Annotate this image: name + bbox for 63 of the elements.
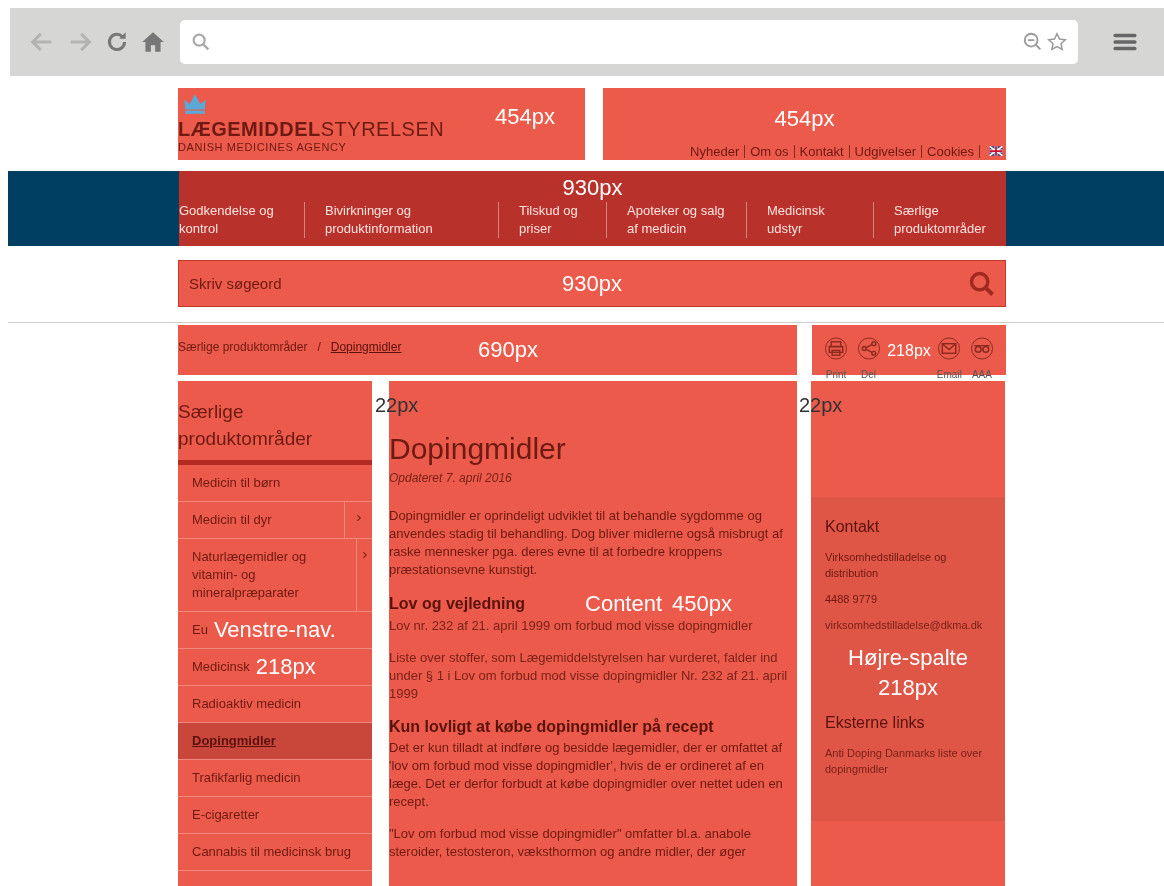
section-heading: Kun lovligt at købe dopingmidler på recept (389, 717, 714, 737)
width-label: 454px (495, 103, 555, 131)
paragraph: "Lov om forbud mod visse dopingmidler" omfatter bl.a. anabole steroider, testosteron, væksthormon og andre midler, der øger (389, 825, 752, 861)
section-heading: Lov og vejledning (389, 594, 525, 614)
side-nav-item[interactable]: Eu (178, 612, 212, 648)
content-link[interactable]: Lov nr. 232 af 21. april 1999 om forbud mod visse dopingmidler (389, 617, 797, 635)
side-nav-item[interactable]: Medicin til dyr (178, 502, 372, 538)
search-icon (968, 270, 996, 298)
sidebar-heading: Kontakt (825, 517, 881, 537)
top-link[interactable]: Cookies (922, 144, 980, 158)
width-label: 930px (562, 269, 622, 298)
logo-wordmark: LÆGEMIDDELSTYRELSEN (178, 118, 445, 140)
tool-button[interactable]: Print (822, 337, 850, 381)
nav-link[interactable]: Apoteker og salg af medicin (606, 202, 746, 238)
side-nav-item[interactable]: Trafikfarlig medicin (178, 760, 372, 796)
breadcrumb-separator: / (317, 339, 321, 356)
content-link[interactable]: Liste over stoffer, som Lægemiddelstyrelsen har vurderet, falder ind under § 1 i Lov om forbud mod visse dopingmidler Nr. 232 af 21. april 1999 (389, 649, 797, 703)
top-link[interactable]: Om os (745, 144, 795, 158)
width-label: Venstre-nav. (213, 619, 336, 641)
top-link[interactable]: Udgivelser (849, 144, 923, 158)
tool-button[interactable]: Del (854, 337, 883, 381)
side-nav-item[interactable]: Naturlægemidler og vitamin- og mineralpræparater (178, 539, 372, 611)
nav-link[interactable]: Medicinsk udstyr (746, 202, 873, 238)
breadcrumb-link[interactable]: Dopingmidler (330, 338, 402, 356)
search-icon (190, 31, 212, 53)
breadcrumb-link[interactable]: Særlige produktområder (178, 338, 308, 356)
top-link[interactable]: Nyheder (685, 144, 746, 158)
width-label: 454px (774, 105, 835, 133)
width-label: Højre-spalte 218px (847, 644, 969, 702)
nav-link[interactable]: Godkendelse og kontrol (179, 202, 304, 238)
sidebar-text: 4488 9779 (825, 592, 878, 607)
updated-date: Opdateret 7. april 2016 (389, 470, 513, 487)
sidebar-link[interactable]: Anti Doping Danmarks liste over dopingmidler (825, 745, 991, 777)
side-nav-item[interactable]: Cannabis til medicinsk brug (178, 834, 372, 870)
logo-subtitle: DANISH MEDICINES AGENCY (178, 140, 347, 154)
sidebar-link[interactable]: virksomhedstilladelse@dkma.dk (825, 617, 991, 633)
page-title: Dopingmidler (389, 431, 566, 467)
zoom-out-icon (1022, 31, 1044, 53)
top-link[interactable]: Kontakt (794, 144, 850, 158)
paragraph: Dopingmidler er oprindeligt udviklet til at behandle sygdomme og anvendes stadig til behandling. Dog bliver midlerne også misbrugt af raske mennesker pga. deres evne til at forbedre kroppens præstationsevne kunstigt. (389, 507, 784, 579)
width-label: 450px (672, 593, 733, 615)
side-nav-item[interactable]: Medicin til børn (178, 465, 372, 501)
printer-icon (822, 337, 850, 360)
star-icon (1046, 31, 1068, 53)
width-label: 930px (562, 174, 623, 202)
tool-button[interactable]: AAA (967, 337, 996, 381)
side-nav-item[interactable]: Medicinsk (178, 649, 254, 685)
sidebar-heading: Eksterne links (825, 713, 926, 733)
side-nav-item[interactable]: Dopingmidler (178, 723, 372, 759)
nav-link[interactable]: Tilskud og priser (498, 202, 606, 238)
sidebar-text: Virksomhedstilladelse og distribution (825, 550, 948, 581)
flag-icon (986, 144, 1006, 158)
paragraph: Det er kun tilladt at indføre og besidde lægemidler, der er omfattet af 'lov om forbud mod visse dopingmidler', hvis de er ordineret af en læge. Det er derfor forbudt at købe dopingmidler over nettet uden en recept. (389, 739, 784, 811)
width-label: 218px (887, 341, 931, 361)
section-title: Særlige produktområder (178, 381, 372, 465)
side-nav-item[interactable]: Radioaktiv medicin (178, 686, 372, 722)
width-label: Content (585, 593, 663, 615)
tool-button[interactable]: Email (935, 337, 964, 381)
width-label: 690px (478, 336, 538, 364)
nav-link[interactable]: Særlige produktområder (873, 202, 1006, 238)
width-label: 218px (255, 656, 316, 678)
side-nav-item[interactable]: E-cigaretter (178, 797, 372, 833)
nav-link[interactable]: Bivirkninger og produktinformation (304, 202, 498, 238)
